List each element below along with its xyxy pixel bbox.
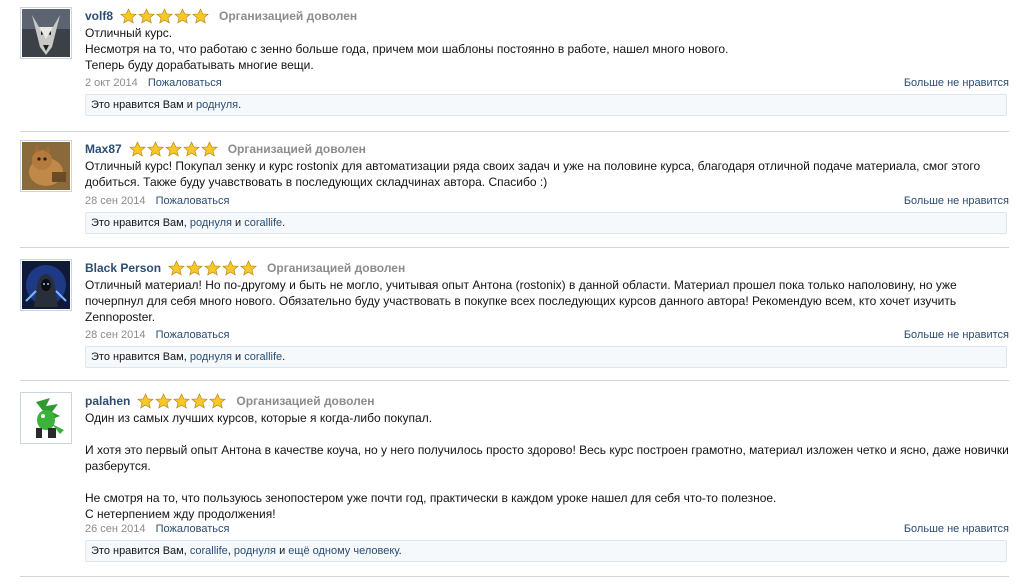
review-meta: 26 сен 2014 Пожаловаться Больше не нрави…: [85, 522, 1009, 536]
review-text: Один из самых лучших курсов, которые я к…: [85, 411, 1009, 521]
username-link[interactable]: Black Person: [85, 261, 161, 275]
review-meta: 2 окт 2014 Пожаловаться Больше не нравит…: [85, 76, 1009, 90]
review-text: Отличный курс! Покупал зенку и курс rost…: [85, 159, 981, 189]
liker-link[interactable]: ещё одному человеку: [288, 545, 398, 557]
star-icon: [168, 259, 185, 276]
star-icon: [146, 140, 164, 157]
likes-suffix: .: [282, 351, 286, 363]
star-icon: [120, 7, 137, 24]
avatar[interactable]: [20, 259, 72, 311]
rating-stars: [120, 7, 210, 25]
liker-link[interactable]: роднуля: [190, 351, 232, 363]
likes-prefix: Это нравится Вам,: [91, 545, 190, 557]
liker-link[interactable]: роднуля: [196, 99, 238, 111]
review-separator: [20, 131, 1009, 132]
liker-link[interactable]: роднуля: [234, 545, 276, 557]
liker-link[interactable]: corallife: [244, 217, 282, 229]
star-icon: [240, 259, 257, 276]
review-separator: [20, 576, 1009, 577]
green-hedgehog-avatar-icon: [22, 394, 70, 442]
star-icon: [138, 7, 155, 24]
review-text: Отличный материал! Но по-другому и быть …: [85, 278, 957, 324]
review-date: 28 сен 2014: [85, 329, 146, 341]
satisfaction-label: Организацией доволен: [219, 9, 358, 23]
likes-separator: и: [231, 351, 245, 363]
likes-suffix: .: [238, 99, 242, 111]
avatar[interactable]: [20, 140, 72, 192]
cat-avatar-icon: [22, 142, 70, 190]
satisfaction-label: Организацией доволен: [236, 394, 375, 408]
likes-separator: и: [276, 545, 289, 557]
review-date: 28 сен 2014: [85, 195, 146, 207]
liker-link[interactable]: роднуля: [190, 217, 232, 229]
likes-prefix: Это нравится Вам,: [91, 351, 190, 363]
likes-bar: Это нравится Вам, corallife, роднуля и е…: [85, 540, 1007, 562]
rating-stars: [128, 140, 219, 158]
star-icon: [156, 7, 173, 24]
review-text: Отличный курс. Несмотря на то, что работ…: [85, 26, 729, 72]
star-icon: [209, 392, 227, 409]
review-meta: 28 сен 2014 Пожаловаться Больше не нрави…: [85, 328, 1009, 342]
likes-separator: и: [231, 217, 245, 229]
report-link[interactable]: Пожаловаться: [156, 195, 230, 207]
unlike-link[interactable]: Больше не нравится: [904, 194, 1009, 208]
review-meta: 28 сен 2014 Пожаловаться Больше не нрави…: [85, 194, 1009, 208]
username-link[interactable]: volf8: [85, 9, 113, 23]
rating-stars: [137, 392, 227, 410]
star-icon: [222, 259, 239, 276]
wolf-avatar-icon: [22, 9, 70, 57]
report-link[interactable]: Пожаловаться: [156, 329, 230, 341]
username-link[interactable]: palahen: [85, 394, 130, 408]
report-link[interactable]: Пожаловаться: [156, 523, 230, 535]
star-icon: [164, 140, 182, 157]
unlike-link[interactable]: Больше не нравится: [904, 76, 1009, 90]
report-link[interactable]: Пожаловаться: [148, 77, 222, 89]
likes-bar: Это нравится Вам, роднуля и corallife.: [85, 212, 1007, 234]
star-icon: [204, 259, 221, 276]
satisfaction-label: Организацией доволен: [227, 142, 366, 156]
star-icon: [174, 7, 191, 24]
review-separator: [20, 380, 1009, 381]
star-icon: [186, 259, 203, 276]
star-icon: [200, 140, 218, 157]
avatar[interactable]: [20, 392, 72, 444]
review-date: 26 сен 2014: [85, 523, 146, 535]
star-icon: [173, 392, 191, 409]
star-icon: [137, 392, 155, 409]
star-icon: [155, 392, 173, 409]
likes-suffix: .: [282, 217, 286, 229]
star-icon: [191, 392, 209, 409]
rating-stars: [168, 259, 258, 277]
avatar[interactable]: [20, 7, 72, 59]
username-link[interactable]: Max87: [85, 142, 122, 156]
satisfaction-label: Организацией доволен: [267, 261, 406, 275]
likes-suffix: .: [398, 545, 402, 557]
review-date: 2 окт 2014: [85, 77, 138, 89]
hooded-figure-avatar-icon: [22, 261, 70, 309]
likes-bar: Это нравится Вам и роднуля.: [85, 94, 1007, 116]
likes-bar: Это нравится Вам, роднуля и corallife.: [85, 346, 1007, 368]
liker-link[interactable]: corallife: [190, 545, 228, 557]
liker-link[interactable]: corallife: [244, 351, 282, 363]
likes-prefix: Это нравится Вам,: [91, 217, 190, 229]
review-separator: [20, 247, 1009, 248]
star-icon: [192, 7, 209, 24]
unlike-link[interactable]: Больше не нравится: [904, 328, 1009, 342]
unlike-link[interactable]: Больше не нравится: [904, 522, 1009, 536]
likes-prefix: Это нравится Вам и: [91, 99, 196, 111]
star-icon: [182, 140, 200, 157]
star-icon: [128, 140, 146, 157]
